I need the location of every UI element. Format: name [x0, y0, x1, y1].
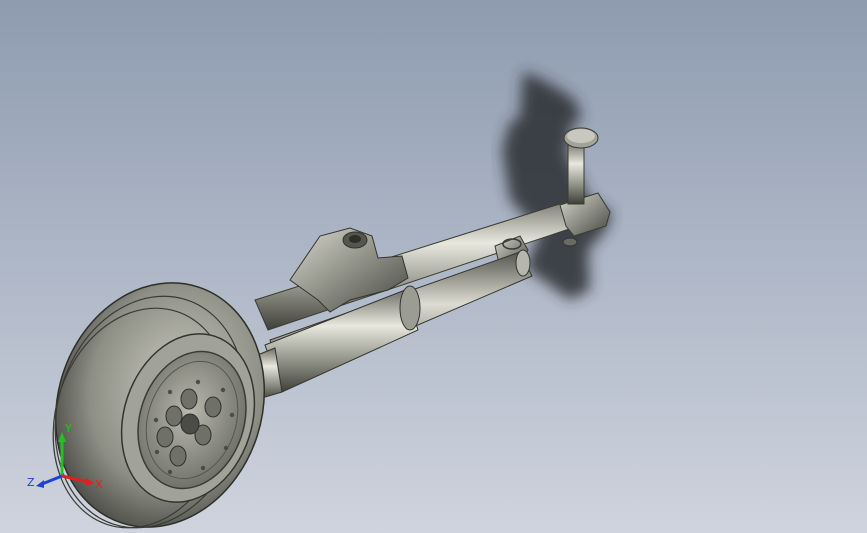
model-scene[interactable] [0, 0, 867, 533]
mount-pin [567, 141, 585, 205]
strut-collar [515, 249, 531, 277]
z-axis [41, 474, 63, 486]
sleeve-end [399, 285, 421, 331]
y-axis-label: Y [64, 422, 72, 435]
x-axis [61, 474, 89, 484]
z-axis-arrow [36, 480, 44, 488]
mount-pin-cap-top [567, 129, 595, 143]
graphics-viewport[interactable]: Y X Z [0, 0, 867, 533]
mount-pin-base [562, 237, 578, 247]
x-axis-arrow [86, 478, 94, 486]
orientation-triad: Y X Z [27, 422, 102, 491]
z-axis-label: Z [27, 476, 35, 489]
pivot-hole-inner [349, 235, 361, 243]
x-axis-label: X [95, 478, 102, 491]
